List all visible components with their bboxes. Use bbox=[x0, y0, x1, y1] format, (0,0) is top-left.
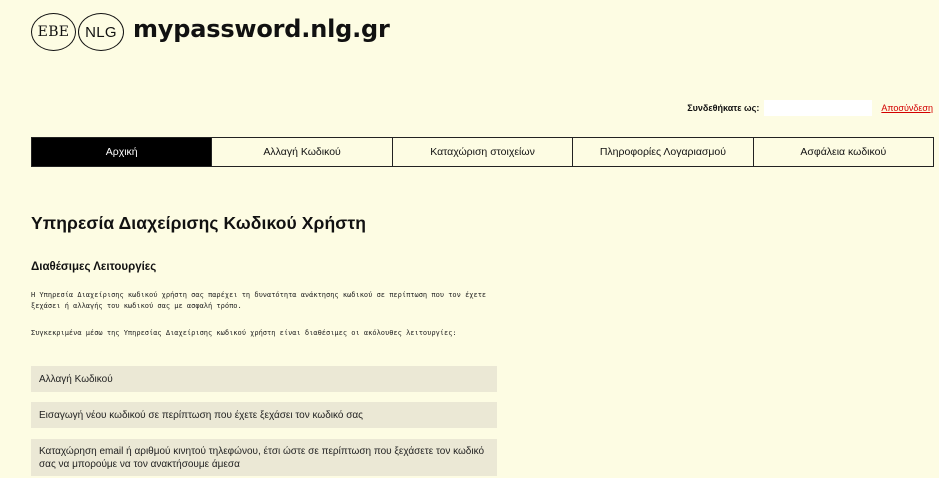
features-intro-paragraph: Συγκεκριμένα μέσω της Υπηρεσίας Διαχείρι… bbox=[31, 329, 457, 337]
nav-item-change-password[interactable]: Αλλαγή Κωδικού bbox=[211, 138, 391, 166]
feature-item-change-password: Αλλαγή Κωδικού bbox=[31, 366, 497, 392]
ebe-logo[interactable]: EBE bbox=[31, 13, 76, 51]
site-header: EBE NLG mypassword.nlg.gr bbox=[31, 13, 390, 51]
feature-item-reset-password: Εισαγωγή νέου κωδικού σε περίπτωση που έ… bbox=[31, 402, 497, 428]
nav-item-register-details[interactable]: Καταχώριση στοιχείων bbox=[391, 138, 572, 166]
nlg-logo[interactable]: NLG bbox=[78, 13, 124, 51]
login-status: Συνδεθήκατε ως: Αποσύνδεση bbox=[687, 100, 933, 116]
main-content: Υπηρεσία Διαχείρισης Κωδικού Χρήστη Διαθ… bbox=[31, 213, 501, 476]
intro-paragraph: Η Υπηρεσία Διαχείρισης κωδικού χρήστη σα… bbox=[31, 291, 487, 310]
nav-item-account-info[interactable]: Πληροφορίες Λογαριασμού bbox=[572, 138, 752, 166]
logout-link[interactable]: Αποσύνδεση bbox=[881, 103, 933, 113]
nav-item-password-security[interactable]: Ασφάλεια κωδικού bbox=[752, 138, 933, 166]
site-title[interactable]: mypassword.nlg.gr bbox=[133, 15, 390, 43]
page-title: Υπηρεσία Διαχείρισης Κωδικού Χρήστη bbox=[31, 213, 367, 233]
section-heading: Διαθέσιμες Λειτουργίες bbox=[31, 261, 157, 273]
nav-item-home[interactable]: Αρχική bbox=[32, 138, 212, 166]
logged-in-username bbox=[764, 100, 873, 116]
logged-in-label: Συνδεθήκατε ως: bbox=[687, 103, 760, 113]
main-nav: Αρχική Αλλαγή Κωδικού Καταχώριση στοιχεί… bbox=[31, 137, 934, 167]
feature-item-register-contact: Καταχώρηση email ή αριθμού κινητού τηλεφ… bbox=[31, 439, 497, 476]
